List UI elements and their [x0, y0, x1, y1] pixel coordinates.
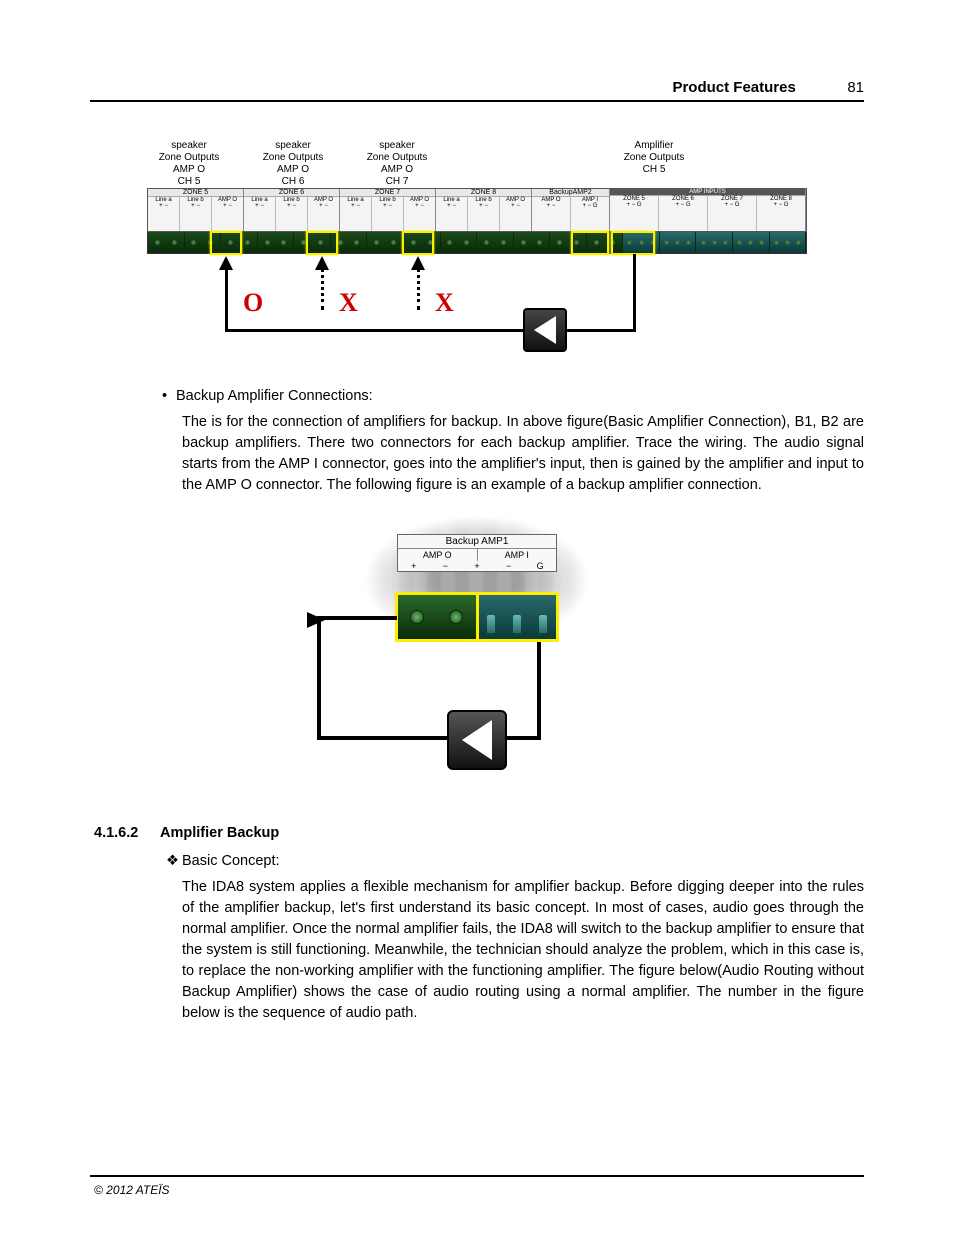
amplifier-icon: [447, 710, 507, 770]
footer-copyright: © 2012 ATEÏS: [94, 1183, 170, 1197]
wire-segment: [317, 616, 321, 740]
bullet-basic-concept: Basic Concept:: [182, 853, 280, 869]
fig2-ampo-label: AMP O: [398, 549, 478, 561]
header-rule: [90, 100, 864, 102]
fig2-title: Backup AMP1: [398, 535, 556, 549]
wire-segment: [507, 736, 541, 740]
zone6-title: ZONE 6: [244, 189, 339, 197]
fig2-ampi-terminal: [479, 592, 560, 642]
section-number: 4.1.6.2: [90, 825, 160, 841]
fig1-label-ch7-l2: Zone Outputs: [355, 152, 439, 164]
zone5-title: ZONE 5: [148, 189, 243, 197]
bullet-backup-amp-connections: Backup Amplifier Connections:: [176, 388, 373, 404]
amp-inputs-title: AMP INPUTS: [610, 189, 805, 196]
wire-segment: [567, 329, 635, 332]
zone7-title: ZONE 7: [340, 189, 435, 197]
figure-backup-amp1: Backup AMP1 AMP O AMP I + − + − G: [90, 510, 864, 795]
fig1-label-ch5-l3: AMP O: [147, 164, 231, 176]
fig1-label-ch5-l2: Zone Outputs: [147, 152, 231, 164]
figure-zone-outputs: speaker Zone Outputs AMP O CH 5 speaker …: [90, 140, 864, 364]
wire-segment: [537, 642, 541, 740]
wire-segment: [317, 736, 417, 740]
fig1-label-ch6-l3: AMP O: [251, 164, 335, 176]
fig1-label-ch6-l1: speaker: [251, 140, 335, 152]
amplifier-icon: [523, 308, 567, 352]
fig1-label-ch7-l4: CH 7: [355, 176, 439, 188]
fig1-label-ch5-l4: CH 5: [147, 176, 231, 188]
wire-segment: [225, 329, 525, 332]
paragraph-basic-concept: The IDA8 system applies a flexible mecha…: [182, 877, 864, 1024]
marker-x1: X: [339, 288, 358, 318]
fig2-ampi-label: AMP I: [478, 549, 557, 561]
wire-segment: [383, 616, 397, 620]
arrow-stem-dashed: [321, 268, 324, 310]
fig1-label-amp-l2: Zone Outputs: [599, 152, 709, 164]
fig1-label-ch6-l2: Zone Outputs: [251, 152, 335, 164]
fig1-label-ch6-l4: CH 6: [251, 176, 335, 188]
marker-x2: X: [435, 288, 454, 318]
page-header: Product Features 81: [672, 78, 864, 96]
zone-bar: ZONE 5 Line a+ − Line b+ − AMP O+ − ZONE…: [147, 188, 807, 232]
paragraph-backup-connection: The is for the connection of amplifiers …: [182, 412, 864, 496]
footer-rule: [90, 1175, 864, 1177]
wire-segment: [415, 736, 449, 740]
arrow-stem-dashed: [417, 268, 420, 310]
arrow-stem: [225, 268, 228, 310]
section-title: Amplifier Backup: [160, 825, 279, 841]
marker-o: O: [243, 288, 263, 318]
fig1-label-amp-l1: Amplifier: [599, 140, 709, 152]
bullet-icon: •: [162, 388, 176, 404]
diamond-bullet-icon: ❖: [166, 853, 182, 869]
fig2-connector-header: Backup AMP1 AMP O AMP I + − + − G: [397, 534, 557, 572]
terminal-strip: [147, 232, 807, 254]
fig1-label-amp-l4: CH 5: [599, 164, 709, 176]
fig1-label-ch5-l1: speaker: [147, 140, 231, 152]
arrow-right-icon: [307, 608, 337, 632]
header-page-number: 81: [828, 79, 864, 96]
backup-amp2-title: BackupAMP2: [532, 189, 609, 197]
wire-segment: [633, 254, 636, 332]
fig2-ampo-terminal: [395, 592, 479, 642]
fig1-label-ch7-l3: AMP O: [355, 164, 439, 176]
zone8-title: ZONE 8: [436, 189, 531, 197]
section-heading: 4.1.6.2 Amplifier Backup: [90, 825, 864, 841]
fig1-label-ch7-l1: speaker: [355, 140, 439, 152]
header-title: Product Features: [672, 79, 795, 96]
